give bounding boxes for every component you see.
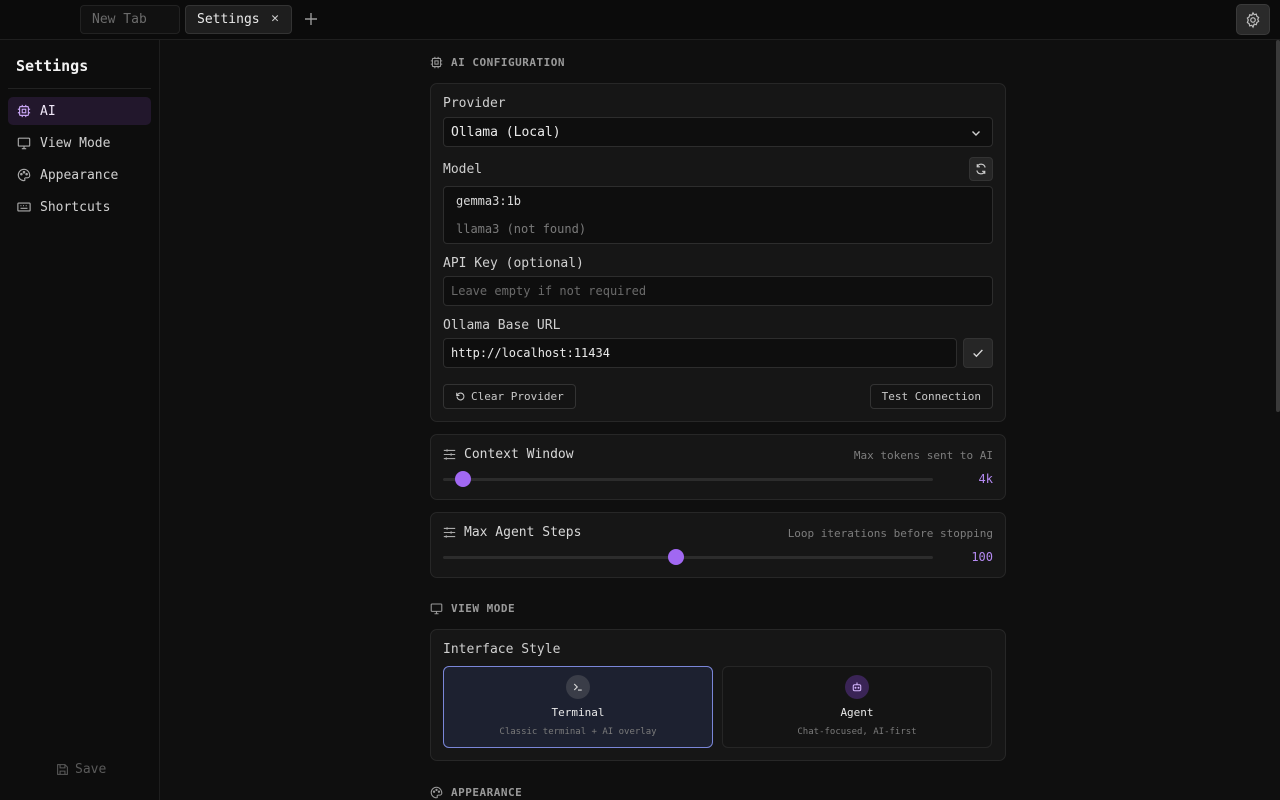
view-mode-card: Interface Style Terminal Classic termina… [430,629,1006,761]
mode-description: Chat-focused, AI-first [797,727,917,737]
tab-bar: New Tab Settings ✕ [0,0,1280,40]
sidebar-item-label: Appearance [40,167,119,183]
provider-label: Provider [443,96,506,111]
plus-icon [305,13,317,25]
max-agent-steps-slider[interactable] [443,549,933,565]
save-label: Save [75,762,107,777]
section-title-text: VIEW MODE [451,602,516,615]
interface-style-label: Interface Style [443,642,561,657]
gear-icon [1246,11,1260,28]
section-title-ai: AI CONFIGURATION [430,56,565,69]
cpu-icon [430,56,443,69]
max-agent-steps-value: 100 [971,550,993,564]
ai-config-card: Provider Ollama (Local) Model gemma3:1b … [430,83,1006,422]
settings-button[interactable] [1236,4,1270,35]
cpu-icon [17,104,31,118]
max-agent-steps-label: Max Agent Steps [464,525,582,540]
section-title-text: AI CONFIGURATION [451,56,565,69]
keyboard-icon [17,202,31,212]
sidebar-item-label: View Mode [40,135,111,151]
section-title-text: APPEARANCE [451,786,523,799]
new-tab-button[interactable] [300,8,322,30]
sidebar-item-label: Shortcuts [40,199,111,215]
check-icon [973,349,983,358]
test-connection-label: Test Connection [881,390,981,403]
divider [8,88,151,89]
tab-label: Settings [197,12,260,27]
section-title-appearance: APPEARANCE [430,786,522,799]
close-icon[interactable]: ✕ [271,11,279,26]
palette-icon [17,168,31,182]
max-agent-steps-hint: Loop iterations before stopping [787,527,993,540]
api-key-label: API Key (optional) [443,256,584,271]
sidebar-title: Settings [16,57,89,75]
test-connection-button[interactable]: Test Connection [869,384,993,409]
model-option-missing[interactable]: llama3 (not found) [456,222,586,236]
section-title-view-mode: VIEW MODE [430,602,515,615]
base-url-label: Ollama Base URL [443,318,561,333]
scrollbar[interactable] [1276,40,1280,412]
sidebar: Settings AI View Mode Appearance Shortcu… [0,40,160,800]
context-window-value: 4k [978,472,993,486]
model-label: Model [443,162,483,177]
mode-option-agent[interactable]: Agent Chat-focused, AI-first [722,666,992,748]
clear-provider-button[interactable]: Clear Provider [443,384,576,409]
sidebar-item-view-mode[interactable]: View Mode [8,129,151,157]
bot-icon [845,675,869,699]
api-key-input[interactable] [443,276,993,306]
refresh-models-button[interactable] [969,157,993,181]
sliders-icon [443,449,456,460]
mode-name: Agent [840,706,874,719]
confirm-url-button[interactable] [963,338,993,368]
model-option[interactable]: gemma3:1b [456,194,521,208]
sidebar-item-ai[interactable]: AI [8,97,151,125]
sidebar-item-appearance[interactable]: Appearance [8,161,151,189]
undo-icon [456,392,465,401]
base-url-input[interactable] [443,338,957,368]
settings-content: AI CONFIGURATION Provider Ollama (Local)… [160,40,1280,800]
context-window-header: Context Window [443,447,574,462]
provider-value: Ollama (Local) [451,124,561,140]
sidebar-item-label: AI [40,103,56,119]
tab-label: New Tab [92,12,147,27]
context-window-label: Context Window [464,447,574,462]
context-window-card: Context Window Max tokens sent to AI 4k [430,434,1006,500]
palette-icon [430,786,443,799]
clear-provider-label: Clear Provider [471,390,564,403]
max-agent-steps-header: Max Agent Steps [443,525,581,540]
refresh-icon [976,163,986,175]
chevron-down-icon [972,131,980,136]
mode-description: Classic terminal + AI overlay [499,727,657,737]
tab-settings[interactable]: Settings ✕ [185,5,292,34]
mode-option-terminal[interactable]: Terminal Classic terminal + AI overlay [443,666,713,748]
sidebar-item-shortcuts[interactable]: Shortcuts [8,193,151,221]
terminal-icon [566,675,590,699]
mode-name: Terminal [551,706,605,719]
slider-thumb[interactable] [454,471,471,487]
monitor-icon [430,603,443,615]
model-list: gemma3:1b llama3 (not found) [443,186,993,244]
monitor-icon [17,137,31,150]
save-icon [57,764,68,775]
tab-new-tab[interactable]: New Tab [80,5,180,34]
slider-thumb[interactable] [667,549,684,565]
max-agent-steps-card: Max Agent Steps Loop iterations before s… [430,512,1006,578]
sliders-icon [443,527,456,538]
provider-select[interactable]: Ollama (Local) [443,117,993,147]
save-button[interactable]: Save [56,762,106,777]
context-window-slider[interactable] [443,471,933,487]
context-window-hint: Max tokens sent to AI [853,449,993,462]
